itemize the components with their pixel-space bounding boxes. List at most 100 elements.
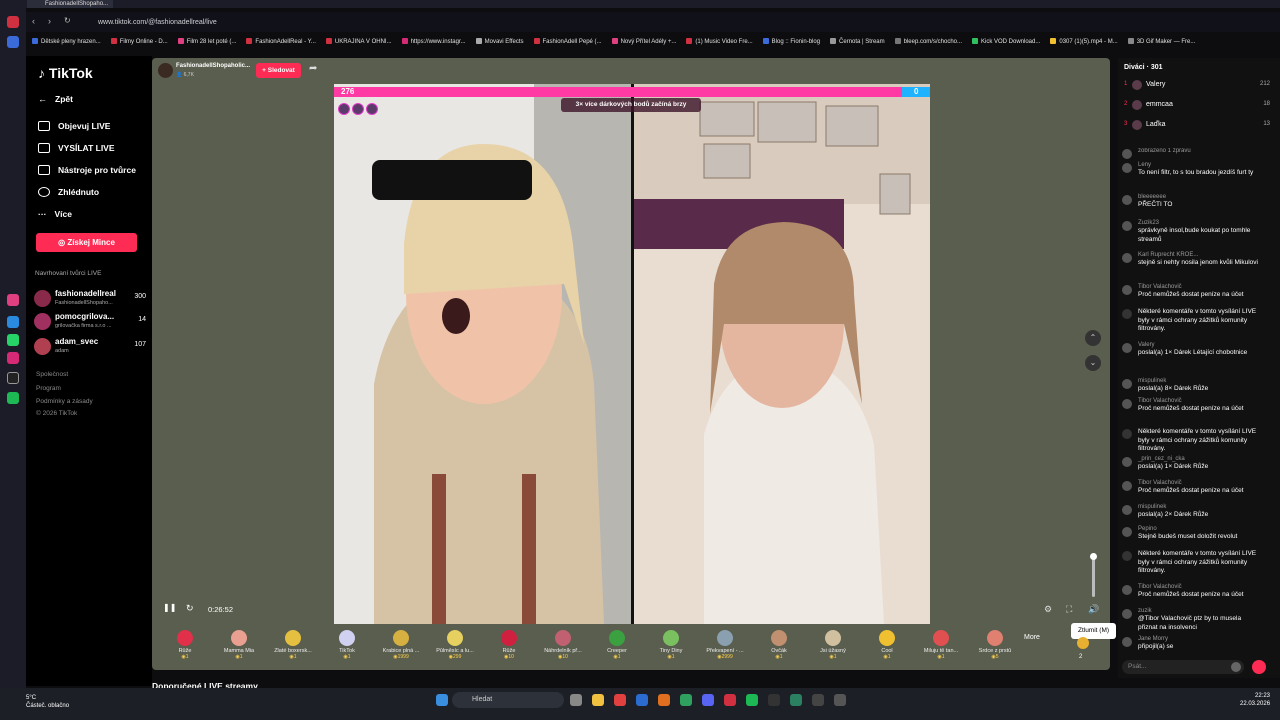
viewer-item[interactable]: 1 Valery 212 xyxy=(1124,80,1270,93)
creator-item[interactable]: pomocgrilova... grilovačka firma s.r.o ..… xyxy=(34,311,146,333)
nav-watched[interactable]: Zhlédnuto xyxy=(38,187,99,197)
avatar[interactable] xyxy=(1122,457,1132,467)
app-icon[interactable] xyxy=(812,694,824,706)
avatar[interactable] xyxy=(1122,505,1132,515)
bookmark-item[interactable]: Kick VOD Download... xyxy=(972,35,1040,49)
messenger-icon[interactable] xyxy=(7,316,19,328)
taskview-icon[interactable] xyxy=(570,694,582,706)
reload-icon[interactable]: ↻ xyxy=(64,16,71,25)
spotify-icon[interactable] xyxy=(746,694,758,706)
discord-icon[interactable] xyxy=(702,694,714,706)
tiktok-icon[interactable] xyxy=(7,372,19,384)
creator-item[interactable]: fashionadellreal FashionadellShopaho... 30… xyxy=(34,288,146,310)
opera-icon[interactable] xyxy=(724,694,736,706)
bookmark-item[interactable]: 3D Gif Maker — Fre... xyxy=(1127,35,1195,49)
avatar[interactable] xyxy=(1122,609,1132,619)
opera-icon[interactable] xyxy=(7,16,19,28)
avatar[interactable] xyxy=(1122,221,1132,231)
bookmark-item[interactable]: Dětské pleny hrazen... xyxy=(32,35,101,49)
nav-discover-live[interactable]: Objevuj LIVE xyxy=(38,121,110,131)
avatar[interactable] xyxy=(1122,481,1132,491)
gift-item[interactable]: Překvapení - ... ◉2999 xyxy=(698,626,752,668)
viewer-item[interactable]: 2 emmcaa 18 xyxy=(1124,100,1270,113)
next-stream-icon[interactable]: ⌄ xyxy=(1085,355,1101,371)
chrome-icon[interactable] xyxy=(614,694,626,706)
volume-slider[interactable] xyxy=(1090,553,1097,597)
taskbar-clock[interactable]: 22:23 22.03.2026 xyxy=(1240,692,1270,708)
app-icon[interactable] xyxy=(7,294,19,306)
follow-button[interactable]: + Sledovat xyxy=(256,63,301,78)
instagram-icon[interactable] xyxy=(7,352,19,364)
host-info[interactable]: FashionadellShopaholic... 👤 6,7K xyxy=(158,62,328,80)
spotify-icon[interactable] xyxy=(7,392,19,404)
avatar[interactable] xyxy=(1122,399,1132,409)
footer-terms-link[interactable]: Podmínky a zásady xyxy=(36,398,93,405)
weather-widget[interactable]: 5°C Částeč. oblačno xyxy=(26,694,69,710)
bookmark-item[interactable]: Černota | Stream xyxy=(830,35,885,49)
gift-item[interactable]: Mamma Mia ◉1 xyxy=(212,626,266,668)
nav-creator-tools[interactable]: Nástroje pro tvůrce xyxy=(38,165,136,175)
whatsapp-icon[interactable] xyxy=(7,334,19,346)
refresh-icon[interactable]: ↻ xyxy=(186,603,194,614)
heart-icon[interactable] xyxy=(1252,660,1266,674)
bookmark-item[interactable]: Blog :: Fionin-blog xyxy=(762,35,820,49)
tiktok-logo[interactable]: ♪ TikTok xyxy=(38,65,93,81)
viewer-item[interactable]: 3 Laďka 13 xyxy=(1124,120,1270,133)
firefox-icon[interactable] xyxy=(658,694,670,706)
bookmark-item[interactable]: https://www.instagr... xyxy=(401,35,466,49)
gift-item[interactable]: Jsi úžasný ◉1 xyxy=(806,626,860,668)
gift-item[interactable]: Creeper ◉1 xyxy=(590,626,644,668)
gift-item[interactable]: Cool ◉1 xyxy=(860,626,914,668)
top-gifters[interactable] xyxy=(338,103,386,117)
app-icon[interactable] xyxy=(790,694,802,706)
back-link[interactable]: ← Zpět xyxy=(38,94,73,104)
nav-go-live[interactable]: VYSÍLAT LIVE xyxy=(38,143,115,153)
share-icon[interactable]: ➦ xyxy=(309,63,323,78)
gift-item[interactable]: Tiny Diny ◉1 xyxy=(644,626,698,668)
gift-item[interactable]: Miluju tě tan... ◉1 xyxy=(914,626,968,668)
nav-more[interactable]: ··· Více xyxy=(38,209,72,219)
gift-item[interactable]: Půlměsíc a lu... ◉299 xyxy=(428,626,482,668)
avatar[interactable] xyxy=(1122,379,1132,389)
home-icon[interactable] xyxy=(7,36,19,48)
avatar[interactable] xyxy=(1122,253,1132,263)
avatar[interactable] xyxy=(1122,343,1132,353)
steam-icon[interactable] xyxy=(636,694,648,706)
prev-stream-icon[interactable]: ⌃ xyxy=(1085,330,1101,346)
avatar[interactable] xyxy=(1122,527,1132,537)
live-video[interactable] xyxy=(334,84,930,624)
gift-item[interactable]: Krabice plná ... ◉1999 xyxy=(374,626,428,668)
gift-item[interactable]: Srdce z prstů ◉5 xyxy=(968,626,1022,668)
avatar[interactable] xyxy=(1122,637,1132,647)
explorer-icon[interactable] xyxy=(592,694,604,706)
emoji-icon[interactable] xyxy=(1231,662,1241,672)
bookmark-item[interactable]: bleep.com/s/chocho... xyxy=(894,35,962,49)
bookmark-item[interactable]: (1) Music Video Fre... xyxy=(686,35,753,49)
mute-icon[interactable]: 🔊 xyxy=(1088,604,1099,615)
bookmark-item[interactable]: FashionAdellReal - Y... xyxy=(246,35,316,49)
chat-input[interactable]: Psát... xyxy=(1122,660,1244,674)
footer-company-link[interactable]: Společnost xyxy=(36,371,68,378)
avatar[interactable] xyxy=(1122,585,1132,595)
app-icon[interactable] xyxy=(768,694,780,706)
taskbar-search[interactable]: Hledat xyxy=(452,692,564,708)
avatar[interactable] xyxy=(1122,149,1132,159)
gift-item[interactable]: Růže ◉1 xyxy=(158,626,212,668)
creator-item[interactable]: adam_svec adam 107 xyxy=(34,336,146,358)
bookmark-item[interactable]: Movavi Effects xyxy=(475,35,524,49)
avatar[interactable] xyxy=(1122,285,1132,295)
gift-item[interactable]: Zlaté boxersk... ◉1 xyxy=(266,626,320,668)
more-gifts-button[interactable]: More xyxy=(1024,634,1040,641)
footer-program-link[interactable]: Program xyxy=(36,385,61,392)
bookmark-item[interactable]: Film 28 let poté (... xyxy=(177,35,236,49)
bookmark-item[interactable]: 0307 (1)(5).mp4 - M... xyxy=(1050,35,1118,49)
gift-icon[interactable] xyxy=(1077,637,1089,649)
gift-item[interactable]: Růže ◉10 xyxy=(482,626,536,668)
settings-icon[interactable]: ⚙ xyxy=(1044,604,1052,615)
start-icon[interactable] xyxy=(436,694,448,706)
bookmark-item[interactable]: FashionAdell Pepé (... xyxy=(533,35,602,49)
address-bar[interactable]: www.tiktok.com/@fashionadellreal/live xyxy=(92,15,1122,30)
settings-icon[interactable] xyxy=(834,694,846,706)
back-icon[interactable]: ‹ xyxy=(32,16,35,26)
volume-knob[interactable] xyxy=(1090,553,1097,560)
